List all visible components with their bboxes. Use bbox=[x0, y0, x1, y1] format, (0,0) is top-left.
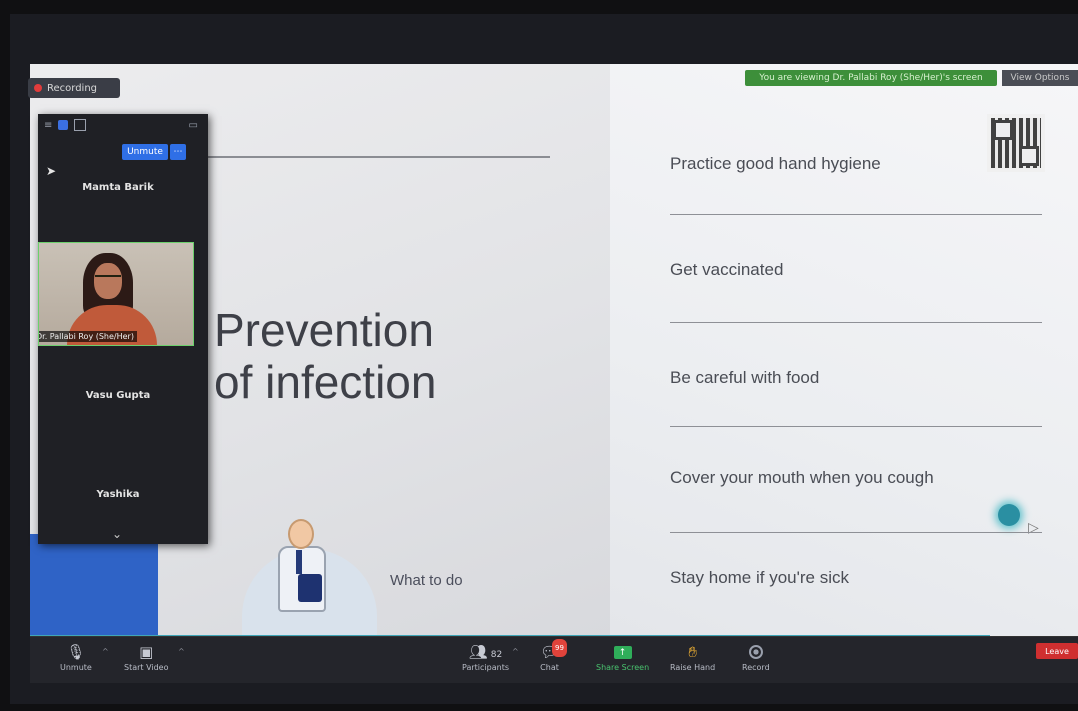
mouse-cursor-icon: ▷ bbox=[1028, 520, 1039, 536]
doctor-head bbox=[288, 519, 314, 549]
speaker-view-icon[interactable] bbox=[58, 120, 69, 130]
cursor-arrow-icon: ➤ bbox=[46, 164, 57, 178]
rule-divider bbox=[670, 426, 1042, 427]
meeting-toolbar: 🎙︎ Unmute ^ ▣ Start Video ^ 👥︎ 82 Partici… bbox=[30, 636, 1078, 683]
share-screen-label: Share Screen bbox=[596, 663, 650, 672]
start-video-button[interactable]: ▣ Start Video bbox=[124, 643, 169, 672]
participant-video-panel: ≡ ▭ Unmute ⋯ ➤ Mamta Barik Dr. Pallabi R… bbox=[38, 114, 208, 544]
chat-label: Chat bbox=[540, 663, 559, 672]
more-options-icon[interactable]: ⋯ bbox=[170, 144, 186, 160]
slide-right-half: Practice good hand hygiene Get vaccinate… bbox=[610, 64, 1078, 639]
recording-label: Recording bbox=[47, 82, 98, 94]
slide-title-line1: Prevention bbox=[214, 304, 434, 356]
mic-muted-icon: 🎙︎ bbox=[66, 643, 86, 661]
slide-title-line2: of infection bbox=[214, 356, 437, 408]
rule-item: Get vaccinated bbox=[670, 260, 784, 279]
panel-toolbar: ≡ ▭ bbox=[38, 114, 208, 136]
raise-hand-icon: ✋︎ bbox=[688, 643, 697, 661]
record-icon bbox=[748, 645, 763, 659]
laser-pointer-icon bbox=[998, 504, 1020, 526]
rule-divider bbox=[670, 532, 1042, 533]
leave-button[interactable]: Leave bbox=[1036, 643, 1078, 659]
video-off-icon: ▣ bbox=[139, 643, 154, 661]
rule-divider bbox=[670, 322, 1042, 323]
gallery-view-icon[interactable] bbox=[74, 119, 87, 131]
record-label: Record bbox=[742, 663, 770, 672]
rule-item: Cover your mouth when you cough bbox=[670, 468, 934, 487]
participants-chevron-icon[interactable]: ^ bbox=[512, 647, 519, 656]
rule-item: Practice good hand hygiene bbox=[670, 154, 881, 173]
rule-divider bbox=[670, 214, 1042, 215]
slide-title: Prevention of infection bbox=[214, 304, 574, 408]
participants-button[interactable]: 👥︎ 82 Participants bbox=[462, 643, 509, 672]
blue-accent-block bbox=[30, 534, 158, 639]
doctor-tablet bbox=[298, 574, 322, 602]
menu-icon[interactable]: ≡ bbox=[44, 120, 52, 131]
raise-hand-button[interactable]: ✋︎ Raise Hand bbox=[670, 643, 715, 672]
video-options-chevron-icon[interactable]: ^ bbox=[178, 647, 185, 656]
unmute-toolbar-button[interactable]: 🎙︎ Unmute bbox=[60, 643, 92, 672]
chat-button[interactable]: 💬︎ 99 Chat bbox=[540, 639, 567, 672]
unmute-button[interactable]: Unmute bbox=[122, 144, 168, 160]
recording-indicator[interactable]: Recording bbox=[28, 78, 120, 98]
doctor-tie bbox=[296, 550, 302, 574]
minimize-icon[interactable]: ▭ bbox=[189, 120, 198, 131]
participant-glasses bbox=[95, 275, 121, 282]
chat-icon: 💬︎ 99 bbox=[540, 639, 567, 663]
record-dot-icon bbox=[34, 84, 42, 92]
record-button[interactable]: Record bbox=[742, 643, 770, 672]
rule-item: Stay home if you're sick bbox=[670, 568, 849, 587]
rule-item: Be careful with food bbox=[670, 368, 820, 387]
slide-subtitle: What to do bbox=[390, 572, 463, 589]
raise-hand-label: Raise Hand bbox=[670, 663, 716, 672]
participant-name: Vasu Gupta bbox=[85, 390, 151, 401]
participant-name: Yashika bbox=[96, 489, 140, 500]
participant-video-tile[interactable]: Dr. Pallabi Roy (She/Her) bbox=[38, 242, 194, 346]
share-screen-button[interactable]: ↑ Share Screen bbox=[596, 643, 649, 672]
participants-count: 82 bbox=[490, 650, 503, 660]
chat-badge: 99 bbox=[552, 639, 567, 657]
participants-icon: 👥︎ 82 bbox=[468, 643, 503, 661]
share-screen-icon: ↑ bbox=[613, 646, 632, 659]
screen-share-banner: You are viewing Dr. Pallabi Roy (She/Her… bbox=[745, 70, 997, 86]
participant-name: Dr. Pallabi Roy (She/Her) bbox=[39, 331, 137, 342]
zoom-window: Prevention of infection What to do Pract… bbox=[10, 14, 1078, 704]
slide-divider-line bbox=[180, 156, 550, 158]
participant-name: Mamta Barik bbox=[82, 182, 154, 193]
participants-label: Participants bbox=[462, 663, 509, 672]
view-options-button[interactable]: View Options bbox=[1002, 70, 1078, 86]
audio-options-chevron-icon[interactable]: ^ bbox=[102, 647, 109, 656]
start-video-label: Start Video bbox=[124, 663, 169, 672]
unmute-label: Unmute bbox=[60, 663, 92, 672]
chevron-down-icon[interactable]: ⌄ bbox=[112, 527, 122, 541]
